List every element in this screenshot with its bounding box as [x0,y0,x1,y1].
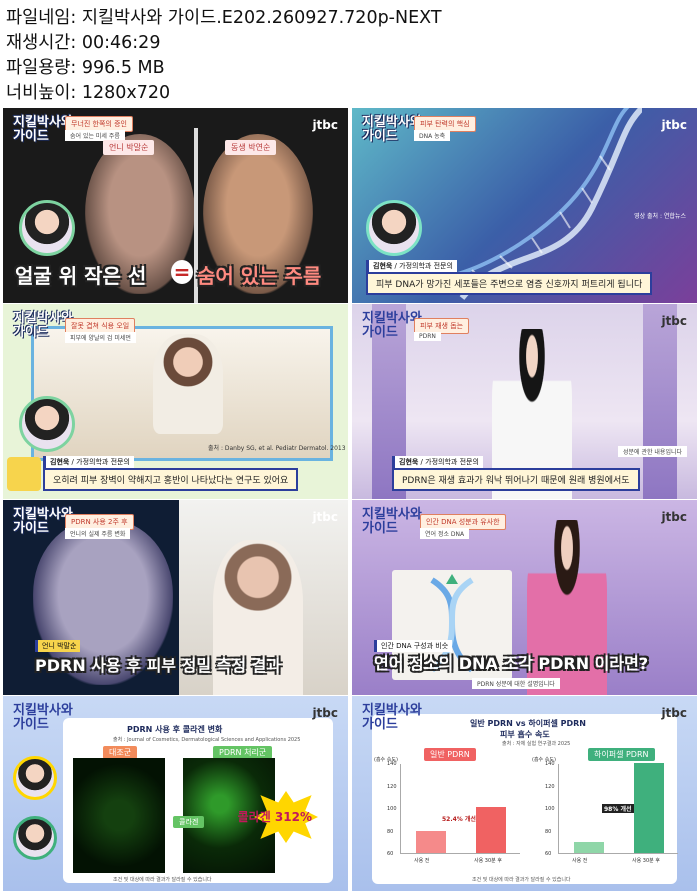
topic-subtag: PDRN [414,332,441,341]
x-tick-label: 사용 전 [572,858,588,864]
jtbc-logo: jtbc [312,510,338,524]
host-nameplate: 김현욱 / 가정의학과 전문의 [392,456,483,468]
host-nameplate: 김현욱 / 가정의학과 전문의 [366,260,457,272]
jtbc-logo: jtbc [661,118,687,132]
host-name: 김현욱 [399,458,419,466]
show-logo: 지킬박사와 가이드 [362,703,422,732]
host-avatar [366,200,422,256]
studio-panel-right [643,304,677,499]
info-badge: 성분에 관한 내용입니다 [617,446,687,457]
guest-avatar-2 [13,816,57,860]
chart1-annotation: 52.4% 개선 [442,816,476,823]
y-tick-label: 60 [545,851,552,857]
topic-subtag: 언니의 실제 주름 변화 [65,528,131,539]
subtitle-bar: 오히려 피부 장벽이 약해지고 홍반이 나타났다는 연구도 있어요 [43,468,299,491]
chart-title: 일반 PDRN vs 하이퍼셀 PDRN [470,719,586,728]
y-tick-label: 60 [387,851,394,857]
y-tick-label: 140 [387,761,397,767]
cartoon-character-image [7,457,41,491]
y-tick-label: 100 [387,806,397,812]
right-label: 동생 박연순 [225,140,277,155]
source-citation: 출처 : Journal of Cosmetics, Dermatologica… [113,737,301,743]
subtitle-bar: 피부 DNA가 망가진 세포들은 주변으로 염증 신호까지 퍼트리게 됩니다 [366,272,653,295]
show-logo: 지킬박사와 가이드 [13,703,73,732]
chart-subtitle: 피부 흡수 속도 [500,730,550,739]
caption: PDRN 사용 후 피부 정밀 측정 결과 [35,656,282,675]
host-title: 가정의학과 전문의 [425,458,479,466]
thumbnail-6[interactable]: 지킬박사와 가이드 jtbc 인간 DNA 성분과 유사한 연어 정소 DNA … [352,500,697,695]
chart1-title: 일반 PDRN [424,748,476,761]
source-citation: 출처 : Danby SG, et al. Pediatr Dermatol. … [208,445,346,452]
topic-subtag: DNA 농축 [414,130,451,141]
chart2-title: 하이퍼셀 PDRN [588,748,655,761]
host-nameplate: 김현욱 / 가정의학과 전문의 [43,456,134,468]
left-label: 언니 박말순 [103,140,155,155]
x-tick-label: 사용 전 [414,858,430,864]
burst-text: 콜라겐 312% [237,810,312,824]
show-logo: 지킬박사와 가이드 [362,311,422,340]
x-tick-label: 사용 30분 후 [474,858,502,864]
thumbnail-3[interactable]: 지킬박사와 가이드 잘못 겹쳐 식용 오일 피부에 양날의 검 미세먼 출처 :… [3,304,348,499]
show-logo: 지킬박사와 가이드 [362,507,422,536]
caption-part-a: 얼굴 위 작은 선 [15,264,147,288]
bar [476,806,506,853]
caption: 연어 정소의 DNA 조각 PDRN 이라면? [374,654,649,673]
caption-part-b: 숨어 있는 주름 [197,264,322,288]
resolution-line: 너비높이: 1280x720 [6,83,171,103]
size-line: 파일용량: 996.5 MB [6,58,165,78]
jtbc-logo: jtbc [312,118,338,132]
woman-image [153,334,223,434]
speaker-label: 언니 박말순 [35,640,81,652]
y-tick-label: 120 [545,783,555,790]
arrow-label: 콜라겐 [173,816,205,828]
bar [634,763,664,853]
y-tick-label: 80 [387,828,394,835]
chart2-annotation: 98% 개선 [602,804,634,813]
show-logo: 지킬박사와 가이드 [362,115,422,144]
topic-subtag: 피부에 양날의 검 미세먼 [65,332,136,343]
thumbnail-2[interactable]: 지킬박사와 가이드 jtbc 피부 탄력의 핵심 DNA 농축 영상 출처 : … [352,108,697,303]
y-tick-label: 120 [387,783,397,790]
subtitle-bar: PDRN은 재생 효과가 워낙 뛰어나기 때문에 원래 병원에서도 [392,468,640,491]
y-tick-label: 80 [545,828,552,835]
duration-line: 재생시간: 00:46:29 [6,33,161,53]
host-avatar [19,200,75,256]
jtbc-logo: jtbc [661,706,687,720]
host-avatar [19,396,75,452]
show-logo: 지킬박사와 가이드 [13,507,73,536]
host-title: 가정의학과 전문의 [399,262,453,270]
chart1-plot: 60 80 100 120 140 사용 전 사용 30분 후 [387,761,520,864]
footnote: PDRN 성분에 대한 설명입니다 [472,678,560,689]
topic-subtag: 연어 정소 DNA [420,528,470,539]
thumbnail-4[interactable]: 지킬박사와 가이드 jtbc 피부 재생 돕는 PDRN 성분에 관한 내용입니… [352,304,697,499]
x-tick-label: 사용 30분 후 [632,858,660,864]
thumbnail-5[interactable]: 지킬박사와 가이드 jtbc PDRN 사용 2주 후 언니의 실제 주름 변화… [3,500,348,695]
show-logo: 지킬박사와 가이드 [13,115,73,144]
source-citation: 출처 : 자체 실험 연구결과 2025 [502,741,571,747]
bar [416,830,446,853]
footnote: 조건 및 대상에 따라 결과가 달라질 수 있습니다 [472,877,571,883]
filename-line: 파일네임: 지킬박사와 가이드.E202.260927.720p-NEXT [6,8,442,28]
host-title: 가정의학과 전문의 [76,458,130,466]
footnote: 조건 및 대상에 따라 결과가 달라질 수 있습니다 [113,877,212,883]
file-info: 파일네임: 지킬박사와 가이드.E202.260927.720p-NEXT 재생… [6,6,442,106]
thumbnail-8[interactable]: 지킬박사와 가이드 jtbc 일반 PDRN vs 하이퍼셀 PDRN 피부 흡… [352,696,697,891]
host-name: 김현욱 [373,262,393,270]
thumbnail-1[interactable]: 지킬박사와 가이드 jtbc 무너진 한쪽의 증인 숨어 있는 미세 주름 언니… [3,108,348,303]
corner-source: 영상 출처 : 연합뉴스 [634,213,686,220]
chart-title: PDRN 사용 후 콜라겐 변화 [127,725,223,734]
thumbnail-7[interactable]: 지킬박사와 가이드 jtbc PDRN 사용 후 콜라겐 변화 출처 : Jou… [3,696,348,891]
jtbc-logo: jtbc [312,706,338,720]
equals-sign: = [171,260,193,284]
bar [574,841,604,853]
guest-avatar-1 [13,756,57,800]
y-tick-label: 100 [545,806,555,812]
y-tick-label: 140 [545,761,555,767]
show-logo: 지킬박사와 가이드 [13,311,73,340]
jtbc-logo: jtbc [661,314,687,328]
jtbc-logo: jtbc [661,510,687,524]
control-micrograph [73,758,165,873]
host-name: 김현욱 [50,458,70,466]
